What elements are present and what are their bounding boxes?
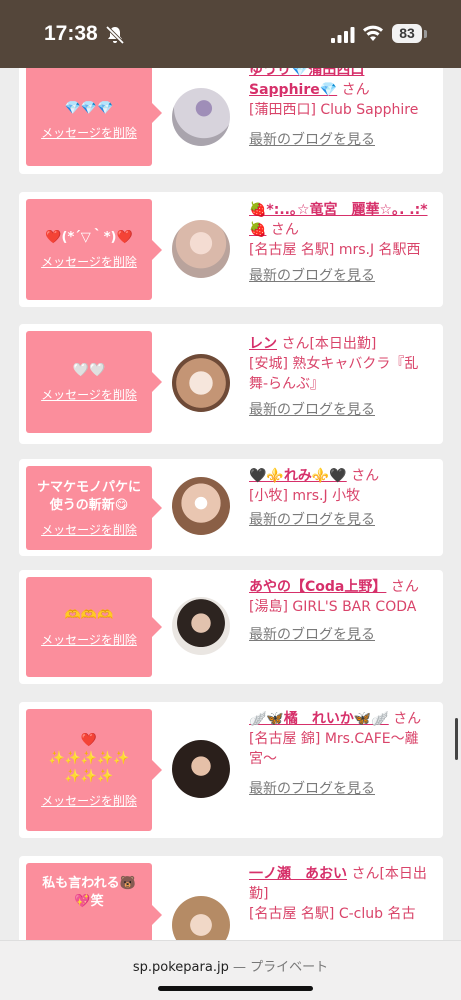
shop-name: [小牧] mrs.J 小牧 xyxy=(249,488,361,504)
message-text: 💎💎💎 xyxy=(64,100,114,116)
message-bubble: 🤍🤍 メッセージを削除 xyxy=(26,331,162,433)
latest-blog-link[interactable]: 最新のブログを見る xyxy=(249,625,434,645)
cast-info: 🖤⚜️れみ⚜️🖤 さん [小牧] mrs.J 小牧 最新のブログを見る xyxy=(249,466,434,530)
cast-info: ゆうり💎蒲田西口Sapphire💎 さん [蒲田西口] Club Sapphir… xyxy=(249,68,434,150)
shop-name: [名古屋 錦] Mrs.CAFE〜離宮〜 xyxy=(249,731,419,767)
cast-info: レン さん[本日出勤] [安城] 熟女キャバクラ『乱舞-らんぶ』 最新のブログを… xyxy=(249,334,434,420)
cast-info: 🍓*:..｡☆竜宮 麗華☆｡. .:*🍓 さん [名古屋 名駅] mrs.J 名… xyxy=(249,200,434,286)
message-text: ❤️ ✨✨✨✨✨ ✨✨✨ xyxy=(48,732,130,784)
avatar[interactable] xyxy=(172,354,230,412)
delete-message-link[interactable]: メッセージを削除 xyxy=(41,631,137,648)
latest-blog-link[interactable]: 最新のブログを見る xyxy=(249,510,434,530)
status-time: 17:38 xyxy=(44,22,98,45)
shop-name: [湯島] GIRL'S BAR CODA xyxy=(249,599,417,615)
cast-name-link[interactable]: 🪽🦋橘 れいか🦋🪽 xyxy=(249,711,389,727)
message-bubble: ❤️(*´▽｀*)❤️ メッセージを削除 xyxy=(26,199,162,300)
honorific: さん[本日出勤] xyxy=(281,336,377,352)
scrollbar-thumb[interactable] xyxy=(455,718,458,760)
message-text: ナマケモノパケに 使うの斬新😋 xyxy=(36,479,141,513)
honorific: さん xyxy=(270,222,299,238)
latest-blog-link[interactable]: 最新のブログを見る xyxy=(249,266,434,286)
cast-info: あやの【Coda上野】 さん [湯島] GIRL'S BAR CODA 最新のブ… xyxy=(249,577,434,645)
battery-tip xyxy=(424,30,427,38)
cast-name-link[interactable]: あやの【Coda上野】 xyxy=(249,579,386,595)
message-card: ナマケモノパケに 使うの斬新😋 メッセージを削除 🖤⚜️れみ⚜️🖤 さん [小牧… xyxy=(19,459,443,556)
avatar[interactable] xyxy=(172,477,230,535)
cast-name-link[interactable]: 🖤⚜️れみ⚜️🖤 xyxy=(249,468,347,484)
avatar[interactable] xyxy=(172,896,230,940)
message-bubble: 🫶🫶🫶 メッセージを削除 xyxy=(26,577,162,677)
delete-message-link[interactable]: メッセージを削除 xyxy=(41,124,137,141)
message-list[interactable]: 💎💎💎 メッセージを削除 ゆうり💎蒲田西口Sapphire💎 さん [蒲田西口]… xyxy=(0,68,461,940)
private-mode-label: — プライベート xyxy=(232,960,329,975)
message-card: 🤍🤍 メッセージを削除 レン さん[本日出勤] [安城] 熟女キャバクラ『乱舞-… xyxy=(19,324,443,444)
latest-blog-link[interactable]: 最新のブログを見る xyxy=(249,130,434,150)
latest-blog-link[interactable]: 最新のブログを見る xyxy=(249,400,434,420)
message-card: 🫶🫶🫶 メッセージを削除 あやの【Coda上野】 さん [湯島] GIRL'S … xyxy=(19,570,443,684)
honorific: さん xyxy=(393,711,422,727)
delete-message-link[interactable]: メッセージを削除 xyxy=(41,386,137,403)
cast-info: 🪽🦋橘 れいか🦋🪽 さん [名古屋 錦] Mrs.CAFE〜離宮〜 最新のブログ… xyxy=(249,709,434,799)
delete-message-link[interactable]: メッセージを削除 xyxy=(41,253,137,270)
status-bar: 17:38 83 xyxy=(0,0,461,68)
shop-name: [蒲田西口] Club Sapphire xyxy=(249,102,419,118)
avatar[interactable] xyxy=(172,220,230,278)
avatar[interactable] xyxy=(172,597,230,655)
message-text: 🫶🫶🫶 xyxy=(64,607,114,623)
signal-icon xyxy=(331,27,355,43)
domain-text: sp.pokepara.jp xyxy=(132,960,229,975)
message-card: ❤️(*´▽｀*)❤️ メッセージを削除 🍓*:..｡☆竜宮 麗華☆｡. .:*… xyxy=(19,192,443,307)
message-text: 私も言われる🐻 💖笑 xyxy=(42,876,136,909)
bell-muted-icon xyxy=(105,25,125,45)
message-bubble: 私も言われる🐻 💖笑 xyxy=(26,863,162,940)
honorific: さん xyxy=(390,579,419,595)
message-card: ❤️ ✨✨✨✨✨ ✨✨✨ メッセージを削除 🪽🦋橘 れいか🦋🪽 さん [名古屋 … xyxy=(19,702,443,838)
shop-name: [安城] 熟女キャバクラ『乱舞-らんぶ』 xyxy=(249,356,419,392)
delete-message-link[interactable]: メッセージを削除 xyxy=(41,792,137,809)
cast-info: 一ノ瀬 あおい さん[本日出勤] [名古屋 名駅] C-club 名古 xyxy=(249,864,434,924)
home-indicator[interactable] xyxy=(158,986,313,991)
honorific: さん xyxy=(341,82,370,98)
message-bubble: ❤️ ✨✨✨✨✨ ✨✨✨ メッセージを削除 xyxy=(26,709,162,831)
avatar[interactable] xyxy=(172,740,230,798)
battery-icon: 83 xyxy=(392,24,422,43)
message-text: ❤️(*´▽｀*)❤️ xyxy=(45,230,133,245)
message-card: 💎💎💎 メッセージを削除 ゆうり💎蒲田西口Sapphire💎 さん [蒲田西口]… xyxy=(19,68,443,174)
wifi-icon xyxy=(363,25,383,41)
avatar[interactable] xyxy=(172,88,230,146)
cast-name-link[interactable]: レン xyxy=(249,336,277,352)
shop-name: [名古屋 名駅] C-club 名古 xyxy=(249,906,416,922)
message-bubble: ナマケモノパケに 使うの斬新😋 メッセージを削除 xyxy=(26,466,162,550)
cast-name-link[interactable]: 一ノ瀬 あおい xyxy=(249,866,347,882)
message-text: 🤍🤍 xyxy=(72,362,106,378)
message-card: 私も言われる🐻 💖笑 一ノ瀬 あおい さん[本日出勤] [名古屋 名駅] C-c… xyxy=(19,856,443,940)
message-bubble: 💎💎💎 メッセージを削除 xyxy=(26,68,162,166)
address-bar[interactable]: sp.pokepara.jp — プライベート xyxy=(0,956,461,975)
delete-message-link[interactable]: メッセージを削除 xyxy=(41,521,137,538)
shop-name: [名古屋 名駅] mrs.J 名駅西 xyxy=(249,242,421,258)
honorific: さん xyxy=(351,468,380,484)
browser-bottom-bar: sp.pokepara.jp — プライベート xyxy=(0,940,461,1000)
latest-blog-link[interactable]: 最新のブログを見る xyxy=(249,779,434,799)
